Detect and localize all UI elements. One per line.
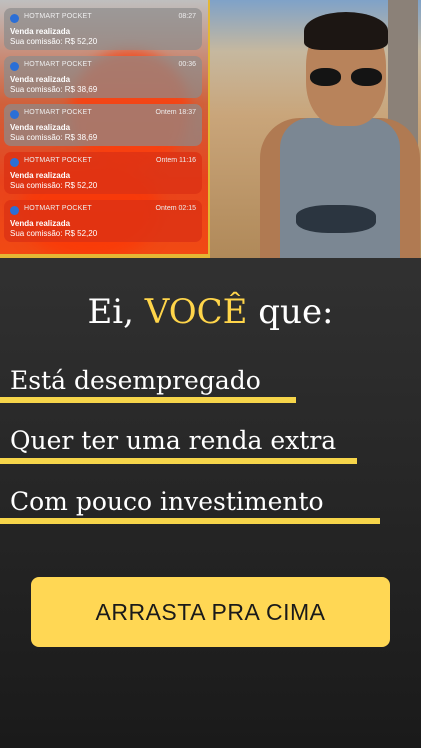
notification-title: Venda realizada xyxy=(10,75,71,84)
notification-app-name: HOTMART POCKET xyxy=(24,157,92,164)
app-icon xyxy=(10,206,19,215)
notification-title: Venda realizada xyxy=(10,27,71,36)
benefit-line: Está desempregado xyxy=(10,366,261,395)
sale-notification: HOTMART POCKET 08:27 Venda realizada Sua… xyxy=(4,8,202,50)
notification-app-name: HOTMART POCKET xyxy=(24,61,92,68)
sale-notification: HOTMART POCKET Ontem 02:15 Venda realiza… xyxy=(4,200,202,242)
notification-body: Sua comissão: R$ 52,20 xyxy=(10,37,98,46)
notification-time: Ontem 18:37 xyxy=(155,109,196,116)
sale-notification: HOTMART POCKET Ontem 18:37 Venda realiza… xyxy=(4,104,202,146)
notification-time: Ontem 02:15 xyxy=(155,205,196,212)
notification-title: Venda realizada xyxy=(10,123,71,132)
notification-time: 00:36 xyxy=(178,61,196,68)
headline-prefix: Ei, xyxy=(87,292,145,332)
notification-body: Sua comissão: R$ 52,20 xyxy=(10,181,98,190)
notification-time: 08:27 xyxy=(178,13,196,20)
underline-bar xyxy=(0,518,380,524)
notification-body: Sua comissão: R$ 52,20 xyxy=(10,229,98,238)
notification-app-name: HOTMART POCKET xyxy=(24,109,92,116)
notification-title: Venda realizada xyxy=(10,219,71,228)
person-hair xyxy=(304,12,388,50)
headline: Ei, VOCÊ que: xyxy=(0,292,421,332)
swipe-up-button[interactable]: ARRASTA PRA CIMA xyxy=(31,577,390,647)
headline-suffix: que: xyxy=(247,292,334,332)
benefit-line: Quer ter uma renda extra xyxy=(10,426,337,455)
app-icon xyxy=(10,14,19,23)
tank-top xyxy=(280,118,400,258)
sale-notification: HOTMART POCKET 00:36 Venda realizada Sua… xyxy=(4,56,202,98)
notification-time: Ontem 11:16 xyxy=(156,157,196,164)
notification-body: Sua comissão: R$ 38,69 xyxy=(10,133,98,142)
notification-app-name: HOTMART POCKET xyxy=(24,205,92,212)
headline-accent: VOCÊ xyxy=(144,292,248,332)
app-icon xyxy=(10,158,19,167)
profile-photo xyxy=(210,0,421,258)
underline-bar xyxy=(0,397,296,403)
notification-app-name: HOTMART POCKET xyxy=(24,13,92,20)
shirt-logo xyxy=(296,205,376,233)
sale-notification: HOTMART POCKET Ontem 11:16 Venda realiza… xyxy=(4,152,202,194)
underline-bar xyxy=(0,458,357,464)
notifications-screenshot: HOTMART POCKET 08:27 Venda realizada Sua… xyxy=(0,0,210,258)
app-icon xyxy=(10,110,19,119)
notification-title: Venda realizada xyxy=(10,171,71,180)
sunglasses xyxy=(310,68,382,86)
notification-body: Sua comissão: R$ 38,69 xyxy=(10,85,98,94)
top-collage: HOTMART POCKET 08:27 Venda realizada Sua… xyxy=(0,0,421,258)
app-icon xyxy=(10,62,19,71)
benefit-line: Com pouco investimento xyxy=(10,487,324,516)
